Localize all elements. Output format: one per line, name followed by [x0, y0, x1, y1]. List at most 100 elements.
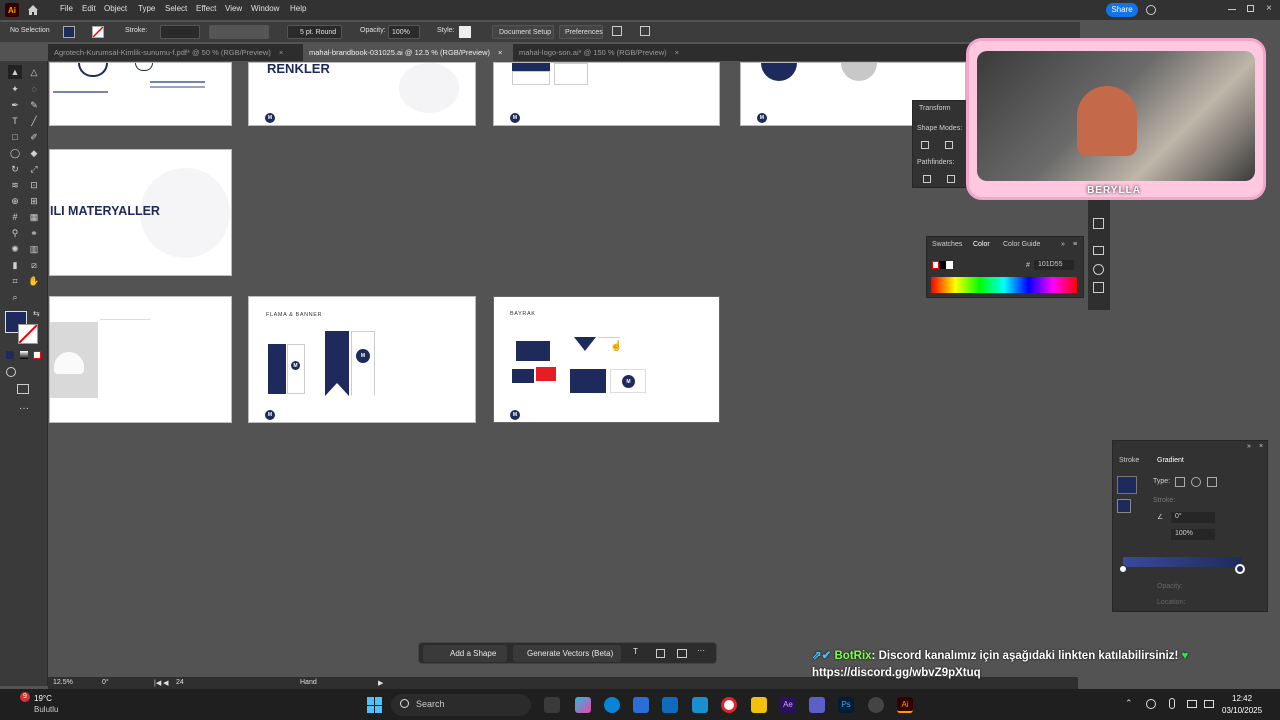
menu-object[interactable]: Object — [104, 4, 127, 13]
add-shape-button[interactable]: Add a Shape — [423, 645, 507, 662]
home-icon[interactable] — [27, 4, 39, 16]
fill-indicator[interactable] — [1117, 499, 1131, 513]
stroke-weight-input[interactable] — [160, 25, 200, 39]
brush-select[interactable]: 5 pt. Round — [287, 25, 342, 39]
start-icon[interactable] — [367, 697, 383, 713]
search-icon[interactable] — [1146, 5, 1156, 15]
share-button[interactable]: Share — [1106, 3, 1138, 17]
weather-temp[interactable]: 19°C — [34, 694, 52, 703]
shape-builder-icon[interactable]: ⊕ — [8, 194, 22, 208]
tab-stroke[interactable]: Stroke — [1119, 457, 1139, 464]
artboard-icon[interactable] — [656, 649, 665, 658]
microphone-icon[interactable] — [1169, 698, 1175, 709]
obs-icon[interactable] — [868, 697, 884, 713]
style-swatch[interactable] — [459, 26, 471, 38]
mesh-tool-icon[interactable]: # — [8, 210, 22, 224]
artboard-number[interactable]: 24 — [176, 679, 184, 686]
minus-front-icon[interactable] — [945, 141, 953, 149]
slice-tool-icon[interactable]: ⧄ — [27, 258, 41, 272]
direct-selection-tool-icon[interactable]: △ — [27, 65, 41, 79]
libraries-icon[interactable] — [1093, 246, 1104, 255]
artboard-1[interactable] — [49, 62, 232, 126]
teams-icon[interactable] — [809, 697, 825, 713]
artboard-bayrak[interactable]: BAYRAK M M ☝ — [493, 296, 720, 423]
tab-logo[interactable]: mahal-logo-son.ai* @ 150 % (RGB/Preview)… — [513, 44, 693, 61]
store-icon[interactable] — [633, 697, 649, 713]
explorer-icon[interactable] — [751, 697, 767, 713]
stroke-color-box[interactable] — [18, 324, 38, 344]
minimize-icon[interactable] — [1228, 9, 1236, 10]
screen-mode-icon[interactable] — [17, 384, 29, 394]
selection-tool-icon[interactable]: ▲ — [8, 65, 22, 79]
white-swatch[interactable] — [946, 261, 953, 269]
angle-input[interactable]: 0° — [1171, 512, 1215, 523]
more-tools-icon[interactable]: ··· — [19, 403, 29, 414]
hand-tool-icon[interactable]: ✋ — [27, 274, 41, 288]
artboard-flama[interactable]: FLAMA & BANNER M M M — [248, 296, 476, 423]
scale-tool-icon[interactable]: ⤢ — [27, 162, 41, 176]
panel-close-icon[interactable]: × — [1259, 443, 1263, 450]
symbol-sprayer-icon[interactable]: ✺ — [8, 242, 22, 256]
aspect-ratio-input[interactable]: 100% — [1171, 529, 1215, 540]
artboard-cap[interactable] — [49, 296, 232, 423]
radial-gradient-icon[interactable] — [1191, 477, 1201, 487]
task-view-icon[interactable] — [544, 697, 560, 713]
hex-input[interactable]: 101D55 — [1034, 260, 1074, 270]
next-artboard-icon[interactable]: ▶ — [378, 679, 383, 687]
fill-swatch[interactable] — [63, 26, 75, 38]
type-icon[interactable]: T — [633, 647, 638, 656]
close-tab-icon[interactable]: × — [675, 48, 679, 57]
rectangle-tool-icon[interactable]: □ — [8, 130, 22, 144]
first-artboard-icon[interactable]: |◀ ◀ — [154, 679, 169, 687]
gradient-stop-start[interactable] — [1119, 565, 1127, 573]
zoom-tool-icon[interactable]: ⌕ — [8, 290, 22, 304]
variable-width-profile[interactable] — [209, 25, 269, 39]
menu-effect[interactable]: Effect — [196, 4, 216, 13]
generate-vectors-button[interactable]: Generate Vectors (Beta) — [513, 645, 621, 662]
network-icon[interactable] — [1187, 700, 1197, 708]
layers-icon[interactable] — [1093, 218, 1104, 229]
gradient-tool-icon[interactable]: ▦ — [27, 210, 41, 224]
color-spectrum[interactable] — [931, 277, 1077, 293]
gradient-stop-end[interactable] — [1235, 564, 1245, 574]
rotation-value[interactable]: 0° — [102, 679, 109, 686]
zoom-level[interactable]: 12.5% — [53, 679, 73, 686]
panel-expand-icon[interactable]: » — [1061, 241, 1065, 248]
preferences-button[interactable]: Preferences — [559, 25, 603, 39]
tab-color[interactable]: Color — [973, 241, 990, 248]
menu-view[interactable]: View — [225, 4, 242, 13]
artboard-3[interactable]: M — [493, 62, 720, 126]
close-tab-icon[interactable]: × — [498, 48, 502, 57]
after-effects-icon[interactable]: Ae — [780, 697, 796, 713]
illustrator-icon[interactable]: Ai — [897, 697, 913, 713]
menu-type[interactable]: Type — [138, 4, 155, 13]
draw-mode-icon[interactable] — [6, 367, 16, 377]
opera-icon[interactable] — [721, 697, 737, 713]
curvature-tool-icon[interactable]: ✎ — [27, 98, 41, 112]
close-tab-icon[interactable]: × — [279, 48, 283, 57]
gradient-mode-icon[interactable] — [20, 351, 28, 359]
clock-time[interactable]: 12:42 — [1232, 694, 1252, 703]
none-swatch[interactable] — [932, 261, 939, 269]
column-graph-icon[interactable]: ▥ — [27, 242, 41, 256]
arrange-artboards-icon[interactable] — [677, 649, 687, 658]
menu-select[interactable]: Select — [165, 4, 187, 13]
maximize-icon[interactable] — [1247, 5, 1254, 12]
panel-collapse-icon[interactable]: » — [1247, 443, 1251, 450]
type-tool-icon[interactable]: T — [8, 114, 22, 128]
color-mode-icon[interactable] — [6, 351, 14, 359]
gradient-preview[interactable] — [1117, 476, 1137, 494]
line-tool-icon[interactable]: ╱ — [27, 114, 41, 128]
menu-window[interactable]: Window — [251, 4, 279, 13]
search-box[interactable]: Search — [391, 694, 531, 716]
stroke-swatch[interactable] — [92, 26, 104, 38]
document-setup-button[interactable]: Document Setup — [492, 25, 554, 39]
close-icon[interactable]: × — [1266, 3, 1272, 14]
eraser-icon[interactable]: ◆ — [27, 146, 41, 160]
edge-icon[interactable] — [604, 697, 620, 713]
warp-tool-icon[interactable]: ≋ — [8, 178, 22, 192]
none-mode-icon[interactable] — [33, 351, 41, 359]
divide-icon[interactable] — [923, 175, 931, 183]
trim-icon[interactable] — [947, 175, 955, 183]
copilot-icon[interactable] — [575, 697, 591, 713]
